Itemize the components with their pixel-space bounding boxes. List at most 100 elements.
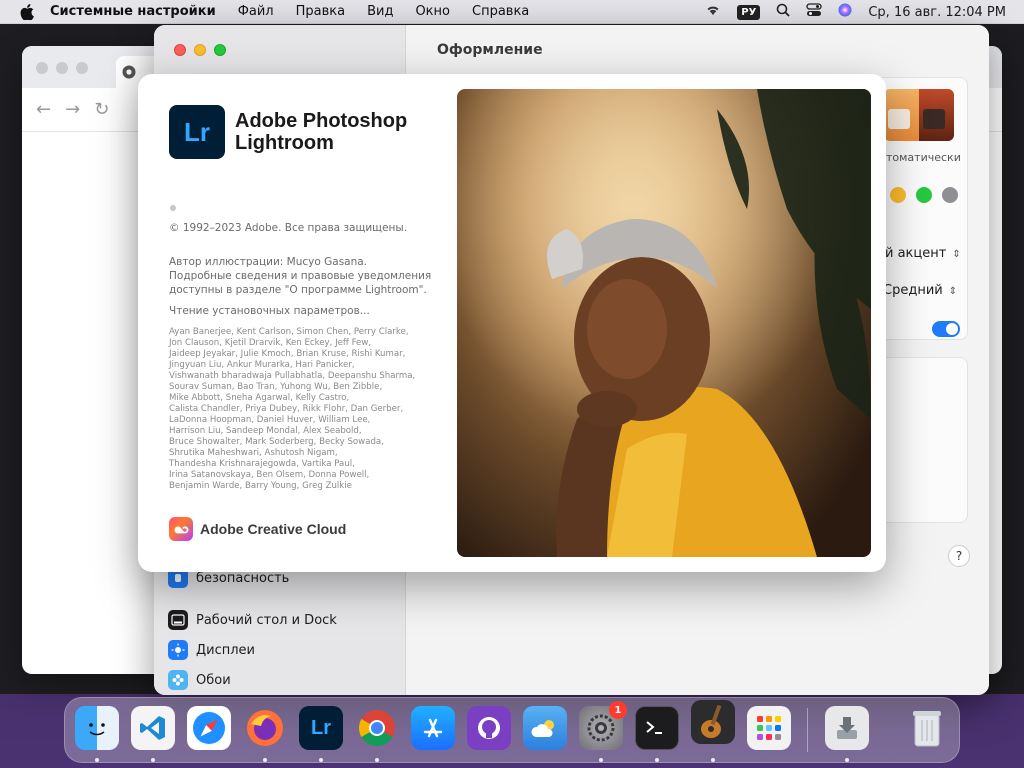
illustration-line: Подробные сведения и правовые уведомлени… <box>169 270 432 282</box>
credits-list: Ayan Banerjee, Kent Carlson, Simon Chen,… <box>169 327 429 492</box>
credits-line: Benjamin Warde, Barry Young, Greg Zulkie <box>169 481 352 491</box>
credits-line: Sourav Suman, Bao Tran, Yuhong Wu, Ben Z… <box>169 382 383 392</box>
credits-line: Jaideep Jeyakar, Julie Kmoch, Brian Krus… <box>169 349 406 359</box>
menu-view[interactable]: Вид <box>367 4 393 19</box>
launchpad-icon[interactable] <box>747 706 791 750</box>
finder-icon[interactable] <box>75 706 119 750</box>
splash-title: Adobe Photoshop Lightroom <box>235 110 407 154</box>
popup-chevron-icon: ⇕ <box>948 286 958 297</box>
running-indicator <box>319 758 323 762</box>
reload-icon[interactable]: ↻ <box>94 99 109 120</box>
credits-line: Harrison Liu, Sandeep Mondal, Alex Seabo… <box>169 426 362 436</box>
weather-icon[interactable] <box>523 706 567 750</box>
wallpaper-flower-icon <box>168 670 188 690</box>
credits-line: Jingyuan Liu, Ankur Murarka, Hari Panick… <box>169 360 355 370</box>
credits-line: LaDonna Hoopman, Daniel Huver, William L… <box>169 415 371 425</box>
appearance-auto-thumbnail[interactable] <box>884 89 954 141</box>
running-indicator <box>711 758 715 762</box>
lightroom-logo-icon: Lr <box>169 105 225 159</box>
clock-datetime[interactable]: Ср, 16 авг. 12:04 PM <box>868 5 1006 20</box>
illustration-line: Автор иллюстрации: Mucyo Gasana. <box>169 256 368 268</box>
accent-green-swatch[interactable] <box>916 187 932 203</box>
chrome-icon[interactable] <box>355 706 399 750</box>
accent-popup-label: й акцент <box>885 246 947 261</box>
running-indicator <box>845 758 849 762</box>
dock-separator <box>807 708 808 752</box>
splash-artwork-photo <box>457 89 871 557</box>
sidebar-item-label: Обои <box>196 672 231 688</box>
page-title: Оформление <box>437 42 543 58</box>
menu-edit[interactable]: Правка <box>296 4 345 19</box>
siri-icon[interactable] <box>838 3 852 21</box>
chrome-zoom-button[interactable] <box>76 62 88 74</box>
notification-badge: 1 <box>609 701 627 719</box>
menu-bar: Системные настройки Файл Правка Вид Окно… <box>0 0 1024 24</box>
sidebar-size-label: Средний <box>883 283 943 298</box>
close-button[interactable] <box>174 44 186 56</box>
splash-title-line1: Adobe Photoshop <box>235 110 408 132</box>
sidebar-item-label: Рабочий стол и Dock <box>196 612 337 628</box>
appearance-auto-label: томатически <box>886 151 961 164</box>
display-sun-icon <box>168 640 188 660</box>
forward-arrow-icon[interactable]: → <box>65 99 80 120</box>
illustration-credit: Автор иллюстрации: Mucyo Gasana. Подробн… <box>169 255 439 297</box>
sidebar-item-wallpaper[interactable]: Обои <box>168 665 394 695</box>
sidebar-list: безопасность Рабочий стол и Dock Дисплеи <box>168 561 394 695</box>
menu-app-name[interactable]: Системные настройки <box>50 4 216 19</box>
menu-help[interactable]: Справка <box>472 4 529 19</box>
running-indicator <box>655 758 659 762</box>
running-indicator <box>599 758 603 762</box>
popup-chevron-icon: ⇕ <box>952 249 961 260</box>
search-icon[interactable] <box>776 3 790 21</box>
sidebar-item-label: Дисплеи <box>196 642 256 658</box>
help-button[interactable]: ? <box>948 545 970 567</box>
github-desktop-icon[interactable] <box>467 706 511 750</box>
sidebar-item-displays[interactable]: Дисплеи <box>168 635 394 665</box>
accent-color-picker <box>890 187 958 203</box>
chrome-close-button[interactable] <box>36 62 48 74</box>
zoom-button[interactable] <box>214 44 226 56</box>
menu-window[interactable]: Окно <box>415 4 450 19</box>
lightroom-dock-icon[interactable]: Lr <box>299 706 343 750</box>
credits-line: Ayan Banerjee, Kent Carlson, Simon Chen,… <box>169 327 409 337</box>
dock-icon <box>168 610 188 630</box>
control-center-icon[interactable] <box>806 3 822 21</box>
credits-line: Shrutika Maheshwari, Ashutosh Nigam, <box>169 448 338 458</box>
trash-icon[interactable] <box>905 706 949 750</box>
credits-line: Vishwanath bharadwaja Pullabhatla, Deepa… <box>169 371 416 381</box>
minimize-button[interactable] <box>194 44 206 56</box>
running-indicator <box>95 758 99 762</box>
accent-popup[interactable]: й акцент ⇕ <box>885 246 961 261</box>
garageband-icon[interactable] <box>691 700 735 744</box>
running-indicator <box>151 758 155 762</box>
app-store-icon[interactable] <box>411 706 455 750</box>
chrome-window-controls[interactable] <box>36 62 88 74</box>
accent-graphite-swatch[interactable] <box>942 187 958 203</box>
creative-cloud-brand: Adobe Creative Cloud <box>169 517 346 541</box>
chrome-minimize-button[interactable] <box>56 62 68 74</box>
back-arrow-icon[interactable]: ← <box>36 99 51 120</box>
credits-line: Calista Chandler, Priya Dubey, Rikk Floh… <box>169 404 404 414</box>
running-indicator <box>375 758 379 762</box>
terminal-icon[interactable] <box>635 706 679 750</box>
safari-icon[interactable] <box>187 706 231 750</box>
credits-line: Thandesha Krishnarajegowda, Vartika Paul… <box>169 459 355 469</box>
accent-yellow-swatch[interactable] <box>890 187 906 203</box>
vscode-icon[interactable] <box>131 706 175 750</box>
lightroom-splash-screen: Lr Adobe Photoshop Lightroom © 1992–2023… <box>138 74 886 572</box>
input-source-badge[interactable]: РУ <box>737 4 761 20</box>
appearance-toggle-switch[interactable] <box>932 321 960 337</box>
apple-menu-icon[interactable] <box>18 3 36 21</box>
downloads-stack-icon[interactable] <box>825 706 869 750</box>
wifi-icon[interactable] <box>705 4 721 20</box>
window-controls <box>174 44 226 56</box>
menu-file[interactable]: Файл <box>238 4 274 19</box>
credits-line: Mike Abbott, Sneha Agarwal, Kelly Castro… <box>169 393 350 403</box>
creative-cloud-icon <box>169 517 193 541</box>
loading-status: Чтение установочных параметров... <box>169 305 370 317</box>
sidebar-size-popup[interactable]: Средний ⇕ <box>883 283 957 298</box>
copyright-text: © 1992–2023 Adobe. Все права защищены. <box>169 222 408 234</box>
dock: Lr 1 <box>64 697 960 763</box>
sidebar-item-desktop-dock[interactable]: Рабочий стол и Dock <box>168 605 394 635</box>
firefox-icon[interactable] <box>243 706 287 750</box>
